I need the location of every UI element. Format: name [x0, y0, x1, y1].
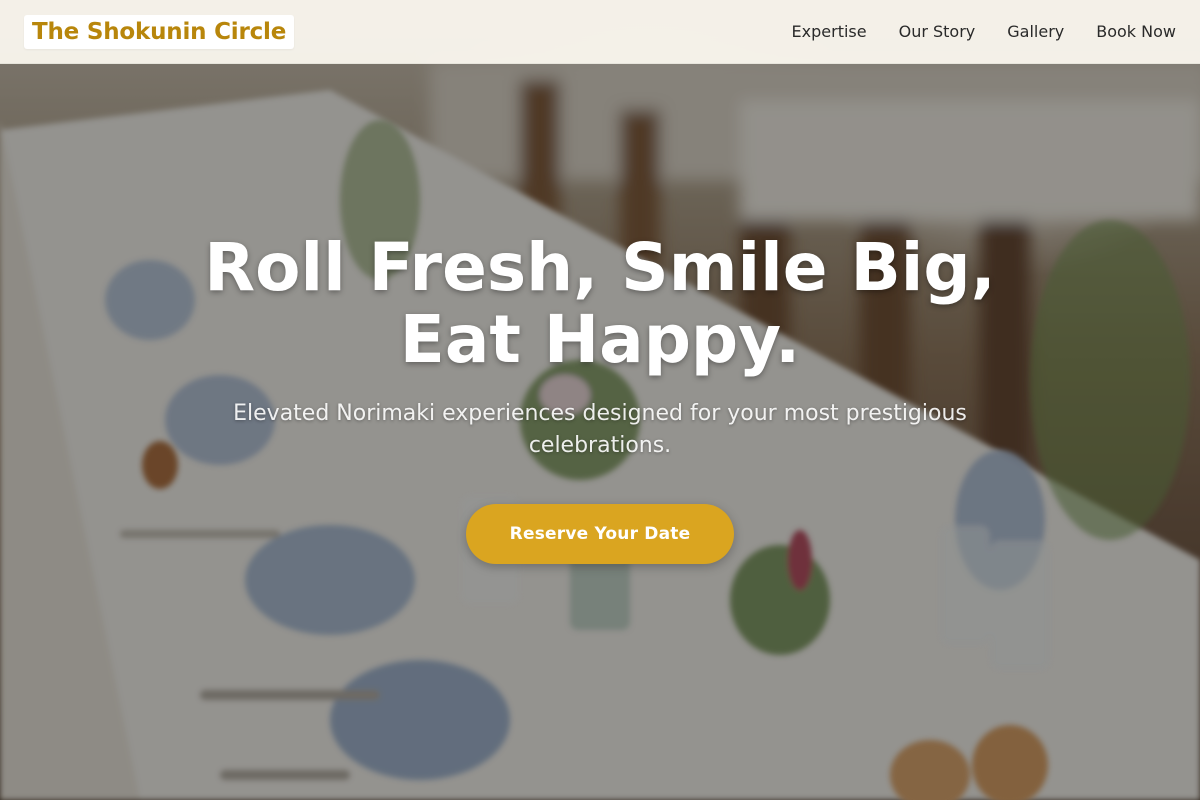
nav-links: Expertise Our Story Gallery Book Now [792, 22, 1176, 41]
nav-link-book-now[interactable]: Book Now [1096, 22, 1176, 41]
hero-section: Roll Fresh, Smile Big, Eat Happy. Elevat… [0, 232, 1200, 564]
navbar: The Shokunin Circle Expertise Our Story … [0, 0, 1200, 64]
nav-link-our-story[interactable]: Our Story [899, 22, 976, 41]
brand-logo[interactable]: The Shokunin Circle [24, 14, 295, 49]
nav-link-expertise[interactable]: Expertise [792, 22, 867, 41]
hero-title: Roll Fresh, Smile Big, Eat Happy. [204, 229, 996, 378]
hero-subtitle: Elevated Norimaki experiences designed f… [233, 401, 967, 458]
nav-link-gallery[interactable]: Gallery [1007, 22, 1064, 41]
reserve-date-button[interactable]: Reserve Your Date [466, 504, 734, 564]
